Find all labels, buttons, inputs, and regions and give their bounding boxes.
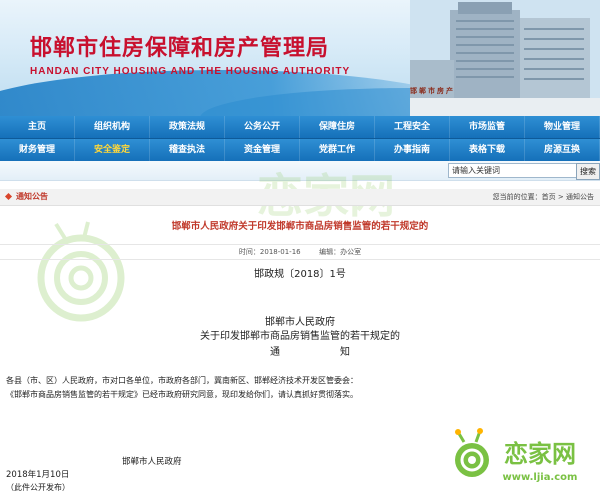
nav-item-organization[interactable]: 组织机构 bbox=[75, 116, 150, 138]
brand-logo: 恋家网 www.ljia.com bbox=[455, 428, 578, 483]
article-title: 邯郸市人民政府关于印发邯郸市商品房销售监管的若干规定的 bbox=[171, 221, 429, 232]
search-bar: 搜索 bbox=[0, 161, 600, 181]
nav-item-property-management[interactable]: 物业管理 bbox=[525, 116, 600, 138]
nav-item-engineering-safety[interactable]: 工程安全 bbox=[375, 116, 450, 138]
brand-logo-text: 恋家网 bbox=[504, 440, 576, 468]
nav-item-public-affairs[interactable]: 公务公开 bbox=[225, 116, 300, 138]
nav-item-finance[interactable]: 财务管理 bbox=[0, 139, 75, 161]
search-button[interactable]: 搜索 bbox=[576, 163, 600, 180]
building-sign: 邯郸市房产 bbox=[410, 87, 455, 95]
nav-item-inspection[interactable]: 稽查执法 bbox=[150, 139, 225, 161]
search-input[interactable] bbox=[448, 163, 580, 178]
nav-item-service-guide[interactable]: 办事指南 bbox=[375, 139, 450, 161]
brand-logo-url: www.ljia.com bbox=[503, 472, 578, 483]
body-paragraph-1: 各县（市、区）人民政府，市对口各单位，市政府各部门，冀南新区、邯郸经济技术开发区… bbox=[6, 376, 358, 385]
bullet-icon bbox=[4, 192, 13, 201]
publish-time: 时间：2018-01-16 bbox=[238, 248, 301, 256]
notice-char-1: 通 bbox=[270, 347, 280, 358]
editor: 编辑：办公室 bbox=[319, 248, 362, 256]
nav-item-form-download[interactable]: 表格下载 bbox=[450, 139, 525, 161]
nav-item-housing-exchange[interactable]: 房源互换 bbox=[525, 139, 600, 161]
body-paragraph-2: 《邯郸市商品房销售监管的若干规定》已经市政府研究同意，现印发给你们，请认真抓好贯… bbox=[6, 390, 358, 399]
notice-char-2: 知 bbox=[340, 347, 350, 358]
section-header: 通知公告 您当前的位置：首页 > 通知公告 bbox=[0, 189, 600, 206]
breadcrumb[interactable]: 您当前的位置：首页 > 通知公告 bbox=[493, 189, 594, 205]
signature-organization: 邯郸市人民政府 bbox=[122, 457, 182, 467]
nav-item-policies[interactable]: 政策法规 bbox=[150, 116, 225, 138]
issuing-organization: 邯郸市人民政府 bbox=[265, 317, 335, 328]
section-label: 通知公告 bbox=[16, 192, 48, 201]
signature-date: 2018年1月10日 bbox=[6, 470, 70, 480]
main-nav-row-2: 财务管理 安全鉴定 稽查执法 资金管理 党群工作 办事指南 表格下载 房源互换 bbox=[0, 139, 600, 161]
nav-item-party-work[interactable]: 党群工作 bbox=[300, 139, 375, 161]
document-number: 邯政规〔2018〕1号 bbox=[254, 269, 346, 280]
nav-item-safety-appraisal[interactable]: 安全鉴定 bbox=[75, 139, 150, 161]
nav-item-affordable-housing[interactable]: 保障住房 bbox=[300, 116, 375, 138]
header-banner: 邯郸市住房保障和房产管理局 HANDAN CITY HOUSING AND TH… bbox=[0, 0, 600, 116]
nav-item-funds[interactable]: 资金管理 bbox=[225, 139, 300, 161]
nav-item-home[interactable]: 主页 bbox=[0, 116, 75, 138]
article-meta: 时间：2018-01-16 编辑：办公室 bbox=[0, 244, 600, 260]
building-image bbox=[410, 0, 600, 116]
nav-item-market-supervision[interactable]: 市场监管 bbox=[450, 116, 525, 138]
site-title: 邯郸市住房保障和房产管理局 bbox=[30, 35, 330, 61]
notice-heading: 通 知 bbox=[270, 343, 350, 358]
site-subtitle: HANDAN CITY HOUSING AND THE HOUSING AUTH… bbox=[30, 66, 351, 77]
main-nav-row-1: 主页 组织机构 政策法规 公务公开 保障住房 工程安全 市场监管 物业管理 bbox=[0, 116, 600, 138]
notice-title: 关于印发邯郸市商品房销售监管的若干规定的 bbox=[200, 331, 400, 342]
